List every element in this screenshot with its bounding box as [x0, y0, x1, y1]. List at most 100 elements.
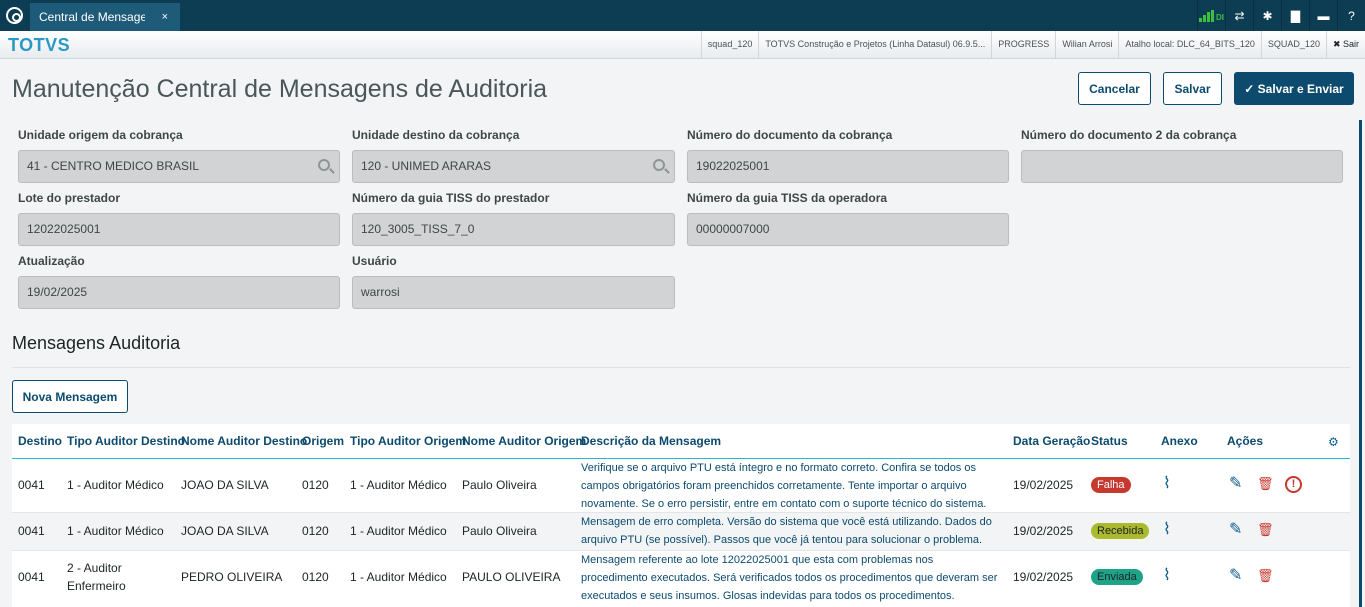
unidade-origem-label: Unidade origem da cobrança: [18, 128, 183, 142]
brand-bar: TOTVS squad_120 TOTVS Construção e Proje…: [0, 31, 1365, 59]
signal-icon[interactable]: DI: [1197, 0, 1225, 31]
tab-label: Central de Mensagens: [39, 10, 145, 24]
cell-tipo-destino: 1 - Auditor Médico: [67, 478, 164, 492]
column-header-destino[interactable]: Destino: [18, 434, 62, 448]
atualizacao-field[interactable]: 19/02/2025: [18, 276, 340, 309]
chat-icon[interactable]: ▬: [1309, 0, 1337, 31]
cell-nome-origem: Paulo Oliveira: [462, 524, 537, 538]
cell-destino: 0041: [18, 570, 45, 584]
save-button[interactable]: Salvar: [1163, 72, 1222, 105]
cell-tipo-origem: 1 - Auditor Médico: [350, 478, 447, 492]
usuario-field[interactable]: warrosi: [352, 276, 675, 309]
numero-documento-label: Número do documento da cobrança: [687, 128, 893, 142]
status-badge: Recebida: [1091, 523, 1150, 539]
info-squad: squad_120: [700, 31, 759, 58]
cell-destino: 0041: [18, 478, 45, 492]
guia-prestador-label: Número da guia TISS do prestador: [352, 191, 550, 205]
section-divider: [12, 367, 1350, 368]
top-bar: Central de Mensagens × DI ⇄ ✱ ▇ ▬ ?: [0, 0, 1365, 31]
cell-tipo-origem: 1 - Auditor Médico: [350, 524, 447, 538]
info-product: TOTVS Construção e Projetos (Linha Datas…: [758, 31, 991, 58]
column-header-descricao[interactable]: Descrição da Mensagem: [581, 434, 721, 448]
tab-central-mensagens[interactable]: Central de Mensagens ×: [30, 3, 180, 31]
tab-close-icon[interactable]: ×: [162, 3, 168, 31]
table-row[interactable]: 0041 1 - Auditor Médico JOAO DA SILVA 01…: [12, 513, 1350, 551]
numero-documento2-field[interactable]: [1021, 150, 1343, 183]
document-icon[interactable]: ▇: [1281, 0, 1309, 31]
cell-data: 19/02/2025: [1013, 524, 1074, 538]
column-settings-gear-icon[interactable]: ⚙: [1328, 434, 1339, 450]
cell-descricao: Mensagem referente ao lote 12022025001 q…: [581, 554, 998, 602]
unidade-origem-field[interactable]: 41 - CENTRO MEDICO BRASIL: [18, 150, 340, 183]
paperclip-icon[interactable]: ⌇: [1163, 476, 1171, 492]
cell-destino: 0041: [18, 524, 45, 538]
cell-nome-destino: JOAO DA SILVA: [181, 478, 269, 492]
column-header-anexo[interactable]: Anexo: [1161, 434, 1198, 448]
app-logo-icon[interactable]: [6, 7, 23, 24]
signal-label: DI: [1216, 12, 1224, 22]
session-info: squad_120 TOTVS Construção e Projetos (L…: [700, 31, 1365, 58]
exit-button[interactable]: ✖ Sair: [1325, 31, 1365, 58]
cell-origem: 0120: [302, 524, 329, 538]
paperclip-icon[interactable]: ⌇: [1163, 568, 1171, 584]
help-icon[interactable]: ?: [1337, 0, 1365, 31]
cell-origem: 0120: [302, 570, 329, 584]
unidade-destino-field[interactable]: 120 - UNIMED ARARAS: [352, 150, 675, 183]
usuario-label: Usuário: [352, 254, 397, 268]
cancel-button[interactable]: Cancelar: [1078, 72, 1151, 105]
atualizacao-label: Atualização: [18, 254, 85, 268]
numero-documento-field[interactable]: 19022025001: [687, 150, 1009, 183]
column-header-nome-destino[interactable]: Nome Auditor Destino: [181, 434, 307, 448]
new-message-button[interactable]: Nova Mensagem: [12, 380, 128, 413]
cell-descricao: Verifique se o arquivo PTU está íntegro …: [581, 462, 987, 510]
cell-tipo-destino: 2 - Auditor Enfermeiro: [67, 561, 126, 593]
page-scrollbar[interactable]: [1359, 120, 1362, 607]
status-badge: Enviada: [1091, 569, 1143, 585]
info-environment: SQUAD_120: [1260, 31, 1326, 58]
unidade-destino-label: Unidade destino da cobrança: [352, 128, 520, 142]
top-icons: DI ⇄ ✱ ▇ ▬ ?: [1197, 0, 1365, 31]
edit-pencil-icon[interactable]: ✎: [1229, 522, 1242, 538]
column-header-tipo-origem[interactable]: Tipo Auditor Origem: [350, 434, 466, 448]
column-header-status[interactable]: Status: [1091, 434, 1128, 448]
paperclip-icon[interactable]: ⌇: [1163, 522, 1171, 538]
search-icon[interactable]: [653, 159, 665, 171]
column-header-nome-origem[interactable]: Nome Auditor Origem: [462, 434, 586, 448]
cell-descricao: Mensagem de erro completa. Versão do sis…: [581, 516, 992, 546]
info-user: Wilian Arrosi: [1055, 31, 1118, 58]
column-header-tipo-destino[interactable]: Tipo Auditor Destino: [67, 434, 185, 448]
status-badge: Falha: [1091, 477, 1131, 493]
cell-nome-origem: PAULO OLIVEIRA: [462, 570, 561, 584]
column-header-data[interactable]: Data Geração: [1013, 434, 1090, 448]
unidade-origem-value: 41 - CENTRO MEDICO BRASIL: [27, 159, 200, 173]
cell-origem: 0120: [302, 478, 329, 492]
cell-data: 19/02/2025: [1013, 570, 1074, 584]
column-header-origem[interactable]: Origem: [302, 434, 344, 448]
error-alert-icon[interactable]: !: [1285, 476, 1302, 493]
shuffle-icon[interactable]: ⇄: [1225, 0, 1253, 31]
lote-prestador-field[interactable]: 12022025001: [18, 213, 340, 246]
delete-trash-icon[interactable]: 🗑: [1257, 476, 1274, 492]
table-row[interactable]: 0041 1 - Auditor Médico JOAO DA SILVA 01…: [12, 459, 1350, 513]
guia-operadora-label: Número da guia TISS da operadora: [687, 191, 888, 205]
edit-pencil-icon[interactable]: ✎: [1229, 476, 1242, 492]
page-title: Manutenção Central de Mensagens de Audit…: [12, 75, 548, 103]
guia-operadora-field[interactable]: 00000007000: [687, 213, 1009, 246]
gear-icon[interactable]: ✱: [1253, 0, 1281, 31]
table-row[interactable]: 0041 2 - Auditor Enfermeiro PEDRO OLIVEI…: [12, 551, 1350, 605]
cell-data: 19/02/2025: [1013, 478, 1074, 492]
save-send-button[interactable]: ✓ Salvar e Enviar: [1234, 72, 1354, 105]
cell-nome-destino: JOAO DA SILVA: [181, 524, 269, 538]
cell-tipo-origem: 1 - Auditor Médico: [350, 570, 447, 584]
delete-trash-icon[interactable]: 🗑: [1257, 522, 1274, 538]
edit-pencil-icon[interactable]: ✎: [1229, 568, 1242, 584]
guia-prestador-field[interactable]: 120_3005_TISS_7_0: [352, 213, 675, 246]
info-database: PROGRESS: [991, 31, 1055, 58]
lote-prestador-label: Lote do prestador: [18, 191, 121, 205]
delete-trash-icon[interactable]: 🗑: [1257, 568, 1274, 584]
search-icon[interactable]: [318, 159, 330, 171]
numero-documento2-label: Número do documento 2 da cobrança: [1021, 128, 1237, 142]
cell-nome-destino: PEDRO OLIVEIRA: [181, 570, 283, 584]
column-header-acoes[interactable]: Ações: [1227, 434, 1263, 448]
unidade-destino-value: 120 - UNIMED ARARAS: [361, 159, 492, 173]
